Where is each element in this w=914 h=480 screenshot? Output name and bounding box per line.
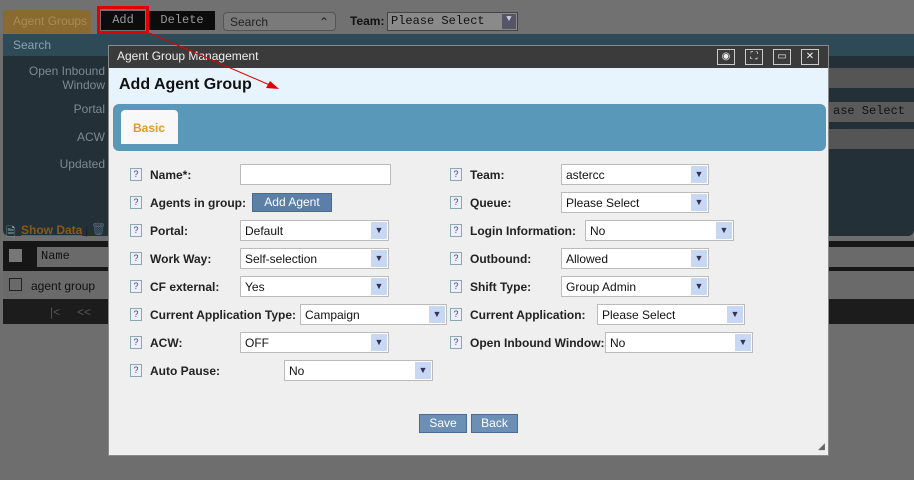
- annotation-arrow: [146, 31, 279, 89]
